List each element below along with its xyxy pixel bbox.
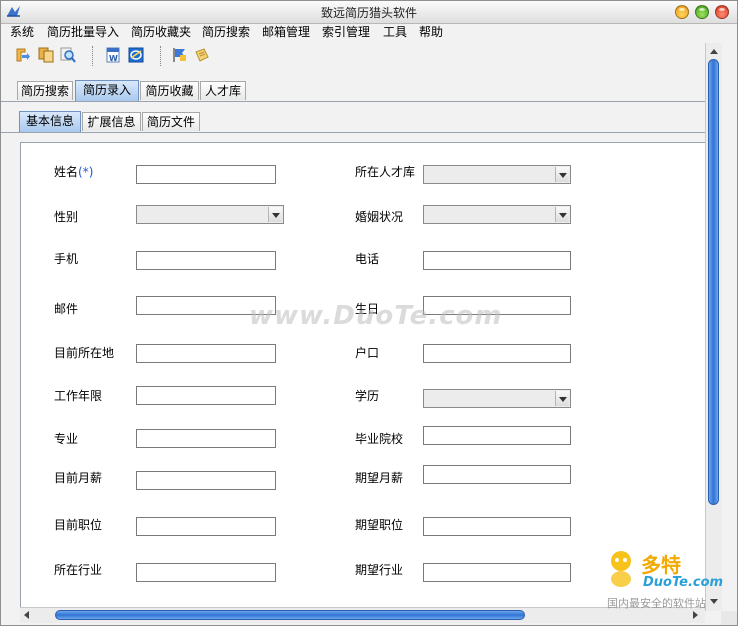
mascot-icon [611, 551, 631, 587]
duote-logo: 多特 DuoTe.com 国内最安全的软件站 [605, 549, 737, 613]
expected-salary-field[interactable] [423, 465, 571, 484]
word-icon[interactable]: W [104, 46, 122, 64]
close-button[interactable] [715, 5, 729, 19]
tab-talent-pool[interactable]: 人才库 [200, 81, 246, 100]
label-work-years: 工作年限 [54, 389, 103, 403]
horizontal-scroll-thumb[interactable] [55, 610, 525, 620]
logo-slogan: 国内最安全的软件站 [607, 597, 706, 610]
hukou-field[interactable] [423, 344, 571, 363]
basic-info-form: 姓名(*) 性别 手机 邮件 目前所在地 工作年限 专业 目前月薪 目前职位 所… [20, 142, 706, 608]
marital-status-select[interactable] [423, 205, 571, 224]
label-hukou: 户口 [355, 346, 380, 360]
chevron-down-icon [555, 207, 569, 222]
sub-tabs: 基本信息 扩展信息 简历文件 [1, 111, 705, 133]
label-expected-position: 期望职位 [355, 518, 404, 532]
logo-domain: DuoTe.com [643, 575, 724, 590]
required-mark: (*) [78, 165, 94, 179]
label-marital-status: 婚姻状况 [355, 210, 404, 224]
vertical-scrollbar[interactable] [705, 43, 722, 611]
tab-resume-entry[interactable]: 简历录入 [75, 80, 139, 101]
label-gender: 性别 [54, 210, 79, 224]
menu-mailbox[interactable]: 邮箱管理 [262, 25, 310, 39]
app-window: 致远简历猎头软件 系统 简历批量导入 简历收藏夹 简历搜索 邮箱管理 索引管理 … [0, 0, 738, 626]
label-phone: 电话 [355, 252, 380, 266]
menu-tools[interactable]: 工具 [383, 25, 407, 39]
tab-resume-favorites[interactable]: 简历收藏 [140, 81, 199, 100]
label-industry: 所在行业 [54, 563, 103, 577]
toolbar: W [1, 42, 705, 69]
copy-icon[interactable] [37, 46, 55, 64]
label-mobile: 手机 [54, 252, 79, 266]
label-education: 学历 [355, 389, 380, 403]
chevron-down-icon [555, 391, 569, 406]
main-tabs: 简历搜索 简历录入 简历收藏 人才库 [1, 80, 705, 102]
current-salary-field[interactable] [136, 471, 276, 490]
current-location-field[interactable] [136, 344, 276, 363]
label-current-position: 目前职位 [54, 518, 103, 532]
ie-icon[interactable] [127, 46, 145, 64]
note-icon[interactable] [193, 46, 211, 64]
gender-select[interactable] [136, 205, 284, 224]
scroll-up-icon[interactable] [710, 49, 718, 54]
tab-basic-info[interactable]: 基本信息 [19, 111, 81, 132]
menu-batch-import[interactable]: 简历批量导入 [47, 25, 119, 39]
menu-help[interactable]: 帮助 [419, 25, 443, 39]
name-field[interactable] [136, 165, 276, 184]
label-expected-industry: 期望行业 [355, 563, 404, 577]
tab-resume-files[interactable]: 简历文件 [142, 112, 200, 131]
education-select[interactable] [423, 389, 571, 408]
mobile-field[interactable] [136, 251, 276, 270]
minimize-button[interactable] [675, 5, 689, 19]
talent-pool-select[interactable] [423, 165, 571, 184]
label-major: 专业 [54, 432, 79, 446]
menu-system[interactable]: 系统 [10, 25, 34, 39]
label-expected-salary: 期望月薪 [355, 471, 404, 485]
chevron-down-icon [555, 167, 569, 182]
horizontal-scrollbar[interactable] [20, 607, 705, 623]
watermark: www.DuoTe.com [249, 301, 503, 331]
tab-resume-search[interactable]: 简历搜索 [17, 81, 73, 100]
menu-search[interactable]: 简历搜索 [202, 25, 250, 39]
school-field[interactable] [423, 426, 571, 445]
title-bar[interactable]: 致远简历猎头软件 [1, 1, 737, 24]
toolbar-separator [160, 46, 161, 66]
label-school: 毕业院校 [355, 432, 404, 446]
menu-index[interactable]: 索引管理 [322, 25, 370, 39]
chevron-down-icon [268, 207, 282, 222]
label-current-salary: 目前月薪 [54, 471, 103, 485]
label-talent-pool: 所在人才库 [355, 165, 416, 179]
import-icon[interactable] [13, 46, 31, 64]
scroll-left-icon[interactable] [24, 611, 29, 619]
label-name: 姓名(*) [54, 165, 94, 179]
menu-favorites[interactable]: 简历收藏夹 [131, 25, 191, 39]
flag-icon[interactable] [171, 46, 189, 64]
label-current-location: 目前所在地 [54, 346, 115, 360]
work-years-field[interactable] [136, 386, 276, 405]
logo-name: 多特 [641, 553, 681, 577]
phone-field[interactable] [423, 251, 571, 270]
industry-field[interactable] [136, 563, 276, 582]
menu-bar: 系统 简历批量导入 简历收藏夹 简历搜索 邮箱管理 索引管理 工具 帮助 [1, 23, 705, 42]
toolbar-separator [92, 46, 93, 66]
window-title: 致远简历猎头软件 [320, 6, 417, 20]
svg-text:W: W [109, 54, 118, 63]
maximize-button[interactable] [695, 5, 709, 19]
label-email: 邮件 [54, 302, 79, 316]
vertical-scroll-thumb[interactable] [708, 59, 719, 505]
expected-industry-field[interactable] [423, 563, 571, 582]
resize-grip[interactable] [721, 611, 737, 625]
search-icon[interactable] [59, 46, 77, 64]
major-field[interactable] [136, 429, 276, 448]
tab-extended-info[interactable]: 扩展信息 [82, 112, 141, 131]
current-position-field[interactable] [136, 517, 276, 536]
expected-position-field[interactable] [423, 517, 571, 536]
